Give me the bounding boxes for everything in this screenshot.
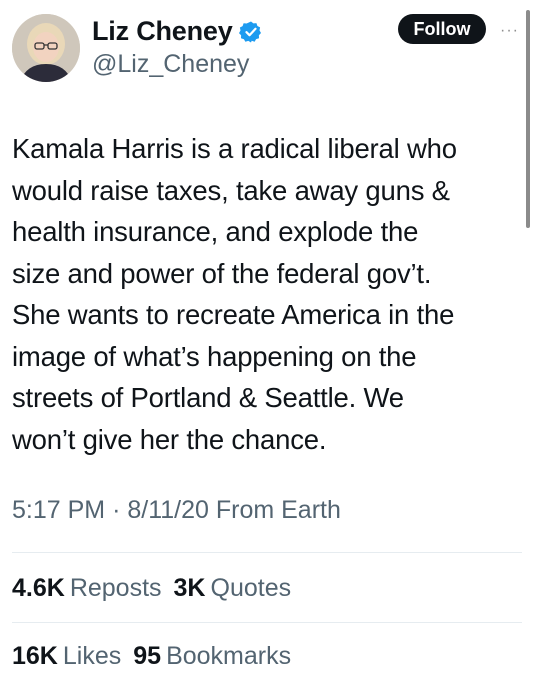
tweet-text: Kamala Harris is a radical liberal who w…	[12, 133, 457, 455]
tweet-meta: 5:17 PM · 8/11/20 From Earth	[12, 496, 341, 525]
quotes-count[interactable]: 3K	[174, 574, 206, 603]
divider	[12, 552, 522, 553]
repost-quote-stats: 4.6K Reposts 3K Quotes	[12, 574, 303, 603]
avatar[interactable]	[12, 14, 80, 82]
tweet-date[interactable]: 8/11/20	[127, 496, 209, 525]
tweet-time[interactable]: 5:17 PM	[12, 496, 105, 525]
bookmarks-label[interactable]: Bookmarks	[166, 642, 291, 671]
quotes-label[interactable]: Quotes	[211, 574, 292, 603]
tweet-source: From Earth	[215, 496, 341, 524]
avatar-image	[12, 14, 80, 82]
follow-button[interactable]: Follow	[398, 14, 486, 44]
reposts-label[interactable]: Reposts	[70, 574, 162, 603]
verified-badge-icon	[238, 20, 263, 44]
likes-label[interactable]: Likes	[63, 642, 121, 671]
meta-separator: ·	[112, 496, 121, 524]
author-handle[interactable]: @Liz_Cheney	[92, 50, 249, 79]
likes-count[interactable]: 16K	[12, 642, 58, 671]
bookmarks-count[interactable]: 95	[133, 642, 161, 671]
reposts-count[interactable]: 4.6K	[12, 574, 65, 603]
tweet-header: Liz Cheney @Liz_Cheney Follow ···	[12, 14, 518, 84]
more-options-icon[interactable]: ···	[500, 22, 519, 40]
scrollbar[interactable]	[526, 10, 530, 228]
divider	[12, 622, 522, 623]
author-name[interactable]: Liz Cheney	[92, 16, 233, 47]
like-bookmark-stats: 16K Likes 95 Bookmarks	[12, 642, 303, 671]
